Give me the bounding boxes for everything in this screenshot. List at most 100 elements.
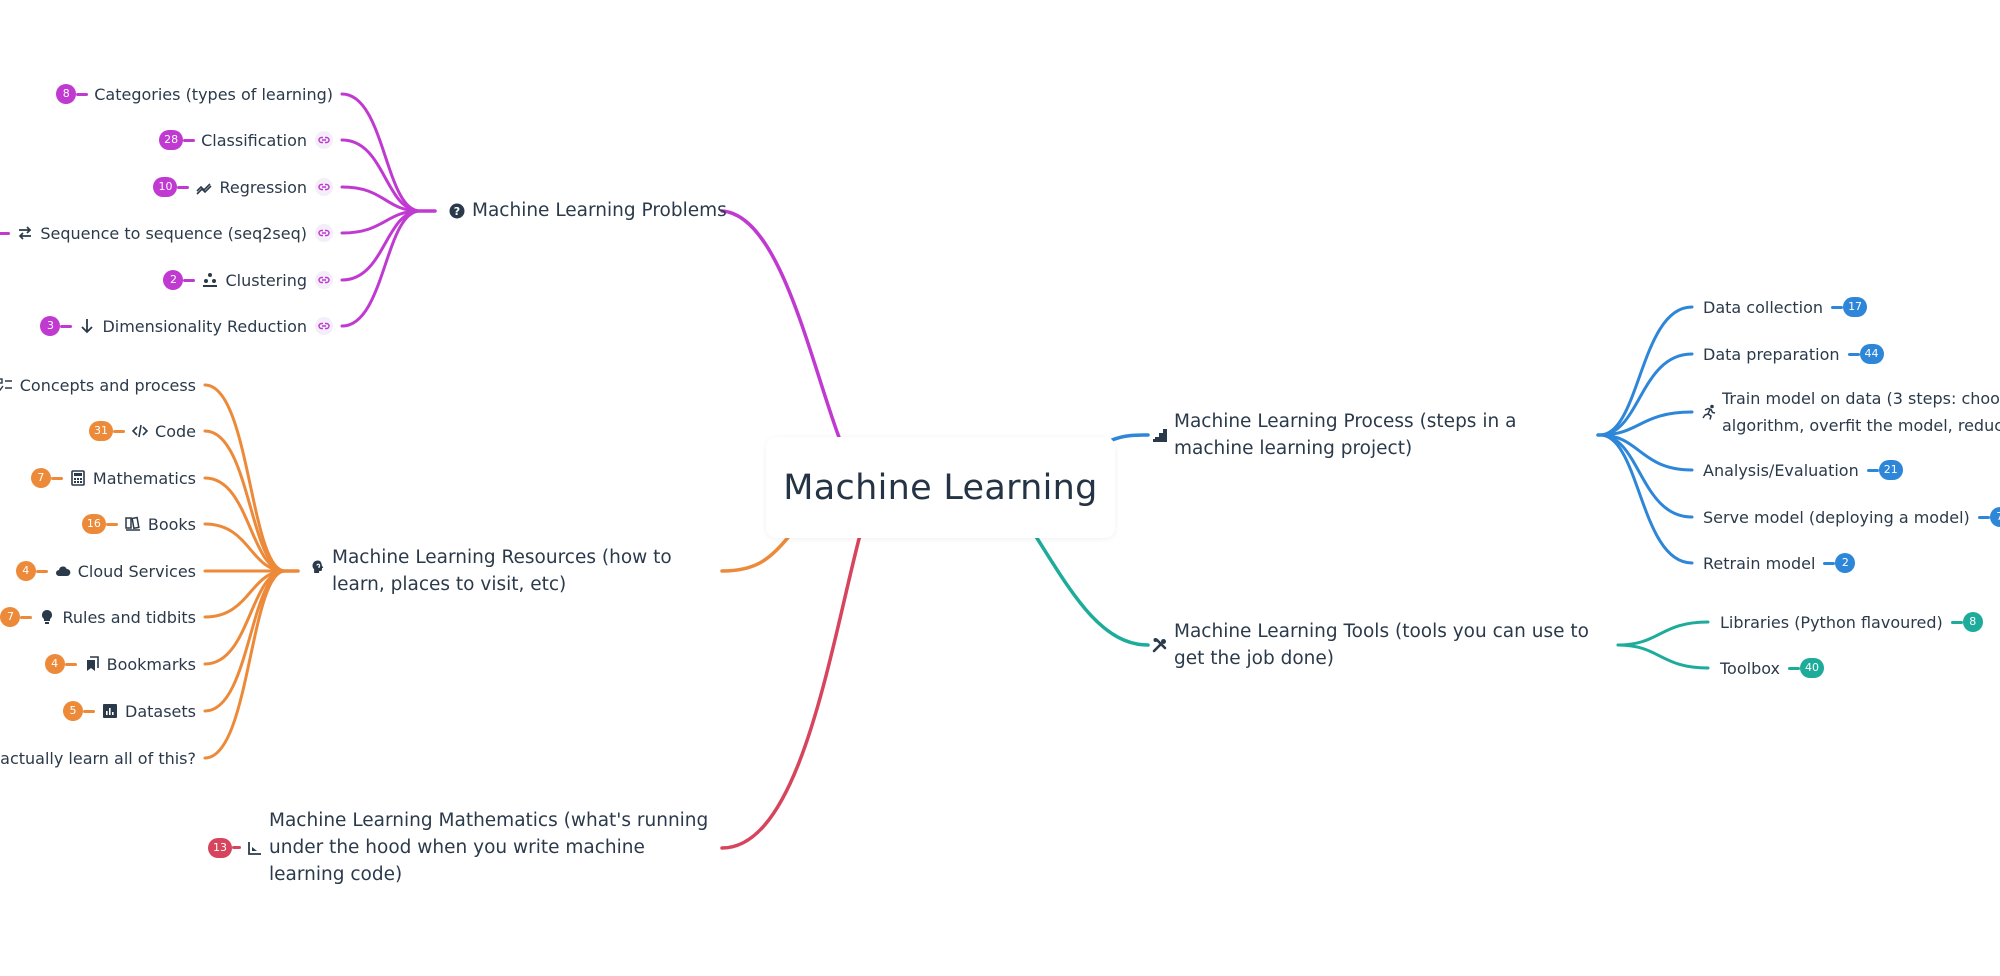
lightbulb-icon [38,608,56,626]
child-node[interactable]: How do I actually learn all of this? [0,745,196,772]
badge-connector [1831,305,1844,309]
badge-connector [1823,561,1836,565]
root-node[interactable]: Machine Learning [766,437,1115,538]
child-node[interactable]: 4 Cloud Services [15,558,196,585]
count-badge[interactable]: 40 [1800,658,1824,678]
child-node[interactable]: 4 Bookmarks [44,651,196,678]
connector-child [1616,643,1710,670]
child-node[interactable]: 7 Rules and tidbits [0,604,196,631]
checklist-icon [0,376,14,394]
badge-connector [183,138,196,142]
count-badge[interactable]: 2 [163,270,184,290]
child-node[interactable]: Train model on data (3 steps: choose an … [1700,385,2000,439]
child-label: Train model on data (3 steps: choose an … [1722,389,2000,435]
child-label: Toolbox [1720,658,1780,678]
badge-connector [35,569,48,573]
child-label: Mathematics [92,468,196,488]
count-badge[interactable]: 7 [1989,507,2000,527]
child-label: Analysis/Evaluation [1703,460,1859,480]
badge-connector [113,429,126,433]
child-node[interactable]: Data preparation 44 [1703,341,1884,368]
count-badge[interactable]: 4 [44,654,65,674]
connector-child [340,92,422,213]
calculator-icon [69,469,87,487]
child-node[interactable]: 3 Dimensionality Reduction [40,313,333,340]
link-icon[interactable] [315,178,333,196]
child-label: Code [155,421,196,441]
count-badge[interactable]: 4 [15,561,36,581]
branch-process[interactable]: Machine Learning Process (steps in a mac… [1152,408,1592,462]
child-node[interactable]: 7 Mathematics [30,465,196,492]
child-node[interactable]: Serve model (deploying a model) 7 [1703,504,2000,531]
badge-connector [83,709,95,713]
badge-connector [20,615,33,619]
count-badge[interactable]: 8 [56,84,77,104]
child-node[interactable]: Retrain model 2 [1703,550,1856,577]
link-icon[interactable] [315,317,333,335]
child-node[interactable]: 2 Clustering [163,267,333,294]
count-badge[interactable]: 8 [1962,612,1983,632]
connector-child [203,569,287,713]
count-badge[interactable]: 21 [1878,460,1903,480]
badge-connector [76,92,89,96]
connector-child [203,429,287,573]
child-node[interactable]: 28 Classification [159,127,333,154]
count-badge[interactable]: 17 [1843,297,1868,317]
count-badge[interactable]: 44 [1859,344,1884,364]
count-badge[interactable]: 7 [0,607,21,627]
link-icon[interactable] [315,131,333,149]
child-label: Concepts and process [19,375,196,395]
badge-connector [60,324,73,328]
badge-connector [1847,352,1860,356]
axis-chart-icon [246,839,264,857]
count-badge[interactable]: 7 [30,468,51,488]
count-badge[interactable]: 31 [89,421,114,441]
connector-child [340,138,422,213]
child-label: Regression [219,177,307,197]
branch-tools[interactable]: Machine Learning Tools (tools you can us… [1152,618,1622,672]
child-label: Categories (types of learning) [94,84,333,104]
branch-resources[interactable]: Machine Learning Resources (how to learn… [304,544,724,598]
child-node[interactable]: Concepts and process [0,372,196,399]
branch-label: Machine Learning Mathematics (what's run… [269,810,709,885]
child-label: Rules and tidbits [62,607,196,627]
books-icon [124,515,142,533]
branch-label: Machine Learning Process (steps in a mac… [1174,411,1517,459]
bookmarks-icon [83,655,101,673]
count-badge[interactable]: 16 [81,514,106,534]
count-badge[interactable]: 28 [159,130,184,150]
count-badge[interactable]: 5 [63,701,83,721]
link-icon[interactable] [315,271,333,289]
child-label: Books [147,514,196,534]
running-icon [1700,403,1718,421]
connector-child [340,209,422,282]
child-node[interactable]: Toolbox 40 [1720,655,1824,682]
count-badge[interactable]: 3 [40,316,61,336]
child-node[interactable]: 5 Datasets [63,698,196,725]
branch-problems[interactable]: ? Machine Learning Problems [442,197,727,224]
child-label: How do I actually learn all of this? [0,748,196,768]
child-node[interactable]: 31 Code [89,418,196,445]
count-badge[interactable]: 13 [208,837,232,858]
branch-mathematics[interactable]: 13 Machine Learning Mathematics (what's … [208,807,728,888]
head-brain-icon [310,558,326,576]
tools-icon [1152,636,1168,654]
child-node[interactable]: Analysis/Evaluation 21 [1703,457,1903,484]
child-node[interactable]: 8 Categories (types of learning) [56,81,333,108]
child-label: Classification [201,130,307,150]
child-label: Dimensionality Reduction [102,316,307,336]
child-node[interactable]: Libraries (Python flavoured) 8 [1720,609,1983,636]
link-icon[interactable] [315,224,333,242]
child-node[interactable]: 10 Regression [153,174,333,201]
badge-connector [50,476,63,480]
svg-text:?: ? [454,205,460,218]
count-badge[interactable]: 10 [153,177,178,197]
badge-connector [1950,620,1963,624]
count-badge[interactable]: 2 [1835,553,1856,573]
branch-label: Machine Learning Tools (tools you can us… [1174,621,1589,669]
child-label: Libraries (Python flavoured) [1720,612,1943,632]
child-node[interactable]: 3Sequence to sequence (seq2seq) [0,220,333,247]
connector-child [1616,620,1710,647]
child-node[interactable]: Data collection 17 [1703,294,1868,321]
child-node[interactable]: 16 Books [81,511,196,538]
